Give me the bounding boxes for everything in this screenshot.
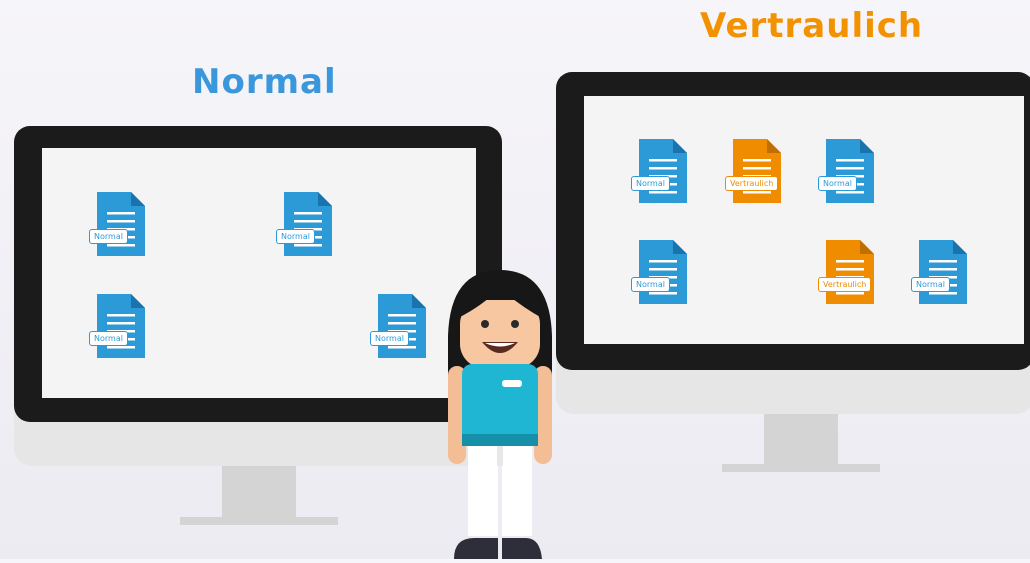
monitor-base [180, 517, 338, 525]
document-label: Normal [631, 277, 670, 292]
document-icon[interactable]: Normal [89, 294, 145, 358]
document-label: Vertraulich [818, 277, 872, 292]
monitor-base [722, 464, 880, 472]
document-icon[interactable]: Normal [818, 139, 874, 203]
document-icon[interactable]: Normal [370, 294, 426, 358]
document-label: Normal [89, 229, 128, 244]
document-label: Normal [818, 176, 857, 191]
monitor-stand [764, 414, 838, 466]
heading-normal: Normal [192, 62, 337, 102]
document-label: Normal [370, 331, 409, 346]
document-icon[interactable]: Normal [631, 139, 687, 203]
document-label: Normal [89, 331, 128, 346]
document-label: Normal [911, 277, 950, 292]
heading-confidential: Vertraulich [700, 6, 924, 46]
monitor-screen [42, 148, 476, 398]
document-label: Normal [631, 176, 670, 191]
document-icon[interactable]: Normal [631, 240, 687, 304]
monitor-stand [222, 466, 296, 520]
document-icon[interactable]: Normal [89, 192, 145, 256]
document-icon[interactable]: Normal [911, 240, 967, 304]
monitor-screen [584, 96, 1024, 344]
document-icon[interactable]: Vertraulich [818, 240, 874, 304]
document-label: Normal [276, 229, 315, 244]
person-illustration [440, 266, 560, 559]
document-label: Vertraulich [725, 176, 779, 191]
document-icon[interactable]: Vertraulich [725, 139, 781, 203]
document-icon[interactable]: Normal [276, 192, 332, 256]
